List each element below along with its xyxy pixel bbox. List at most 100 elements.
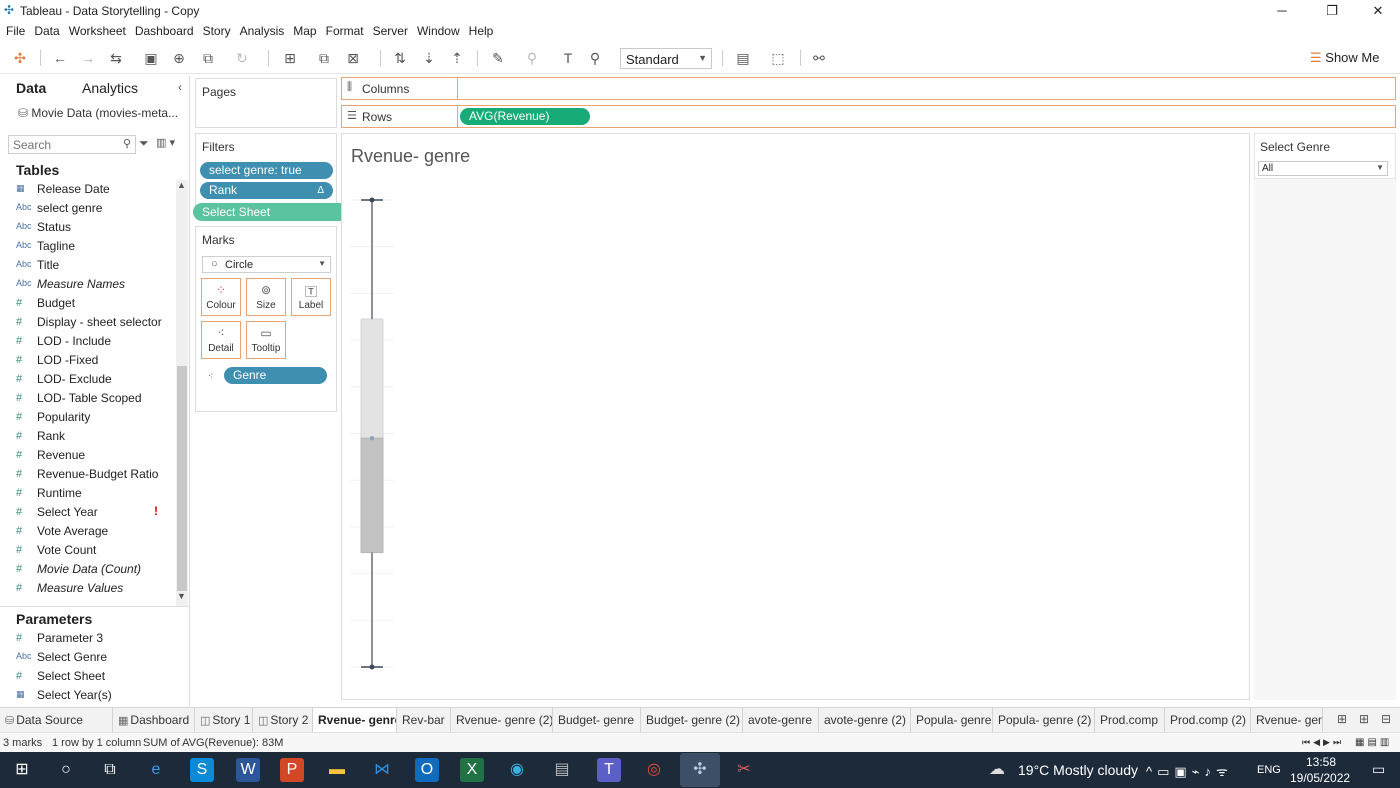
system-tray-icons[interactable]: ^▭▣⌁♪ᯤ [1146, 762, 1233, 780]
show-cards-icon[interactable]: ▤ [732, 48, 754, 68]
tab-story-2[interactable]: ◫ Story 2 [253, 708, 313, 732]
rows-shelf[interactable]: ☰ Rows AVG(Revenue) [341, 105, 1396, 128]
field-lod-table-scoped[interactable]: # LOD- Table Scoped [0, 389, 176, 408]
field-measure-values[interactable]: # Measure Values [0, 579, 176, 598]
field-budget[interactable]: # Budget [0, 294, 176, 313]
skype-icon[interactable]: S [190, 758, 214, 782]
new-story-tab-icon[interactable]: ⊟ [1381, 712, 1391, 726]
search-input[interactable] [9, 136, 109, 153]
field-vote-count[interactable]: # Vote Count [0, 541, 176, 560]
menu-dashboard[interactable]: Dashboard [135, 22, 200, 42]
field-movie-data-count-[interactable]: # Movie Data (Count) [0, 560, 176, 579]
field-lod-fixed[interactable]: # LOD -Fixed [0, 351, 176, 370]
tab-story-1[interactable]: ◫ Story 1 [195, 708, 253, 732]
field-rank[interactable]: # Rank [0, 427, 176, 446]
undo-icon[interactable]: ← [49, 48, 71, 68]
field-select-year[interactable]: # Select Year! [0, 503, 176, 522]
tab-prod-comp[interactable]: Prod.comp [1095, 708, 1165, 732]
tab-rev-bar[interactable]: Rev-bar [397, 708, 451, 732]
vscode-icon[interactable]: ⋈ [370, 758, 394, 782]
tab-popula-genre[interactable]: Popula- genre [911, 708, 993, 732]
parameter-parameter-3[interactable]: # Parameter 3 [0, 629, 176, 648]
clear-sheet-icon[interactable]: ⊠ [342, 48, 364, 68]
restore-button[interactable]: ❐ [1312, 2, 1352, 20]
view-as-list-icon[interactable]: ▥ ▾ [156, 136, 175, 149]
tooltip-button[interactable]: ▭ Tooltip [246, 321, 286, 359]
menu-worksheet[interactable]: Worksheet [69, 22, 132, 42]
menu-help[interactable]: Help [469, 22, 500, 42]
internet-explorer-icon[interactable]: e [144, 758, 168, 782]
field-status[interactable]: Abc Status [0, 218, 176, 237]
parameter-select-year-s-[interactable]: ▦ Select Year(s) [0, 686, 176, 705]
tab-budget-genre[interactable]: Budget- genre [553, 708, 641, 732]
mark-type-select[interactable]: ○ Circle ▼ [202, 256, 331, 273]
share-icon[interactable]: ⚯ [808, 48, 830, 68]
sort-ascending-icon[interactable]: ⇣ [418, 48, 440, 68]
collapse-pane-icon[interactable]: ‹ [178, 80, 182, 94]
sort-descending-icon[interactable]: ⇡ [446, 48, 468, 68]
group-icon[interactable]: ⚲ [521, 48, 543, 68]
task-view-icon[interactable]: ⧉ [98, 758, 122, 782]
field-display-sheet-selector[interactable]: # Display - sheet selector [0, 313, 176, 332]
swap-icon[interactable]: ⇅ [389, 48, 411, 68]
colour-button[interactable]: ⁘ Colour [201, 278, 241, 316]
close-button[interactable]: ✕ [1358, 2, 1398, 20]
size-button[interactable]: ⊚ Size [246, 278, 286, 316]
teams-icon[interactable]: T [597, 758, 621, 782]
highlight-icon[interactable]: ✎ [487, 48, 509, 68]
tab-data-source[interactable]: ⛁ Data Source [0, 708, 113, 732]
tab-prod-comp-2-[interactable]: Prod.comp (2) [1165, 708, 1251, 732]
search-circle-icon[interactable]: ○ [54, 758, 78, 782]
new-worksheet-tab-icon[interactable]: ⊞ [1337, 712, 1347, 726]
tab-rvenue-genr[interactable]: Rvenue- genr [1251, 708, 1323, 732]
edge-icon[interactable]: ◉ [505, 758, 529, 782]
menu-window[interactable]: Window [417, 22, 466, 42]
scrollbar-thumb[interactable] [177, 366, 187, 591]
pause-updates-icon[interactable]: ⧉ [197, 48, 219, 68]
view-mode-icons[interactable]: ▦▤▥ [1355, 737, 1392, 748]
snipping-tool-icon[interactable]: ✂ [732, 758, 756, 782]
tab-rvenue-genre[interactable]: Rvenue- genre [313, 708, 397, 732]
menu-server[interactable]: Server [373, 22, 414, 42]
tab-navigation-icons[interactable]: ⏮◀▶⏭ [1302, 737, 1344, 748]
parameter-select-sheet[interactable]: # Select Sheet [0, 667, 176, 686]
field-lod-include[interactable]: # LOD - Include [0, 332, 176, 351]
language-indicator[interactable]: ENG [1257, 764, 1281, 776]
weather-text[interactable]: 19°C Mostly cloudy [1018, 762, 1138, 778]
box-lower-half[interactable] [360, 437, 384, 554]
file-explorer-icon[interactable]: ▬ [325, 758, 349, 782]
tab-avote-genre-2-[interactable]: avote-genre (2) [819, 708, 911, 732]
duplicate-icon[interactable]: ⧉ [313, 48, 335, 68]
field-revenue[interactable]: # Revenue [0, 446, 176, 465]
field-popularity[interactable]: # Popularity [0, 408, 176, 427]
tab-budget-genre-2-[interactable]: Budget- genre (2) [641, 708, 743, 732]
menu-format[interactable]: Format [326, 22, 370, 42]
show-labels-icon[interactable]: T [557, 48, 579, 68]
box-plot-chart[interactable] [342, 134, 1249, 699]
word-icon[interactable]: W [236, 758, 260, 782]
filter-pill-select-genre[interactable]: select genre: true [200, 162, 333, 179]
menu-map[interactable]: Map [293, 22, 322, 42]
datasource-selector[interactable]: ⛁ Movie Data (movies-meta... [18, 106, 178, 120]
tab-avote-genre[interactable]: avote-genre [743, 708, 819, 732]
tab-popula-genre-2-[interactable]: Popula- genre (2) [993, 708, 1095, 732]
redo-icon[interactable]: → [77, 48, 99, 68]
field-revenue-budget-ratio[interactable]: # Revenue-Budget Ratio [0, 465, 176, 484]
powerpoint-icon[interactable]: P [280, 758, 304, 782]
detail-button[interactable]: ⁖ Detail [201, 321, 241, 359]
windows-start-icon[interactable]: ⊞ [10, 758, 34, 782]
worksheet-view[interactable]: Rvenue- genre [341, 133, 1250, 700]
fix-axes-icon[interactable]: ⚲ [584, 48, 606, 68]
fit-select[interactable]: Standard ▼ [620, 48, 712, 69]
save-icon[interactable]: ▣ [140, 48, 162, 68]
clock-time[interactable]: 13:58 [1306, 755, 1336, 769]
label-button[interactable]: 🅃 Label [291, 278, 331, 316]
menu-story[interactable]: Story [203, 22, 237, 42]
notifications-icon[interactable]: ▭ [1372, 761, 1385, 778]
data-point-median[interactable] [369, 435, 375, 441]
field-vote-average[interactable]: # Vote Average [0, 522, 176, 541]
tableau-home-icon[interactable]: ✣ [9, 48, 31, 68]
network-app-icon[interactable]: ▤ [550, 758, 574, 782]
presentation-mode-icon[interactable]: ⬚ [767, 48, 789, 68]
select-genre-dropdown[interactable]: All ▼ [1258, 161, 1388, 176]
